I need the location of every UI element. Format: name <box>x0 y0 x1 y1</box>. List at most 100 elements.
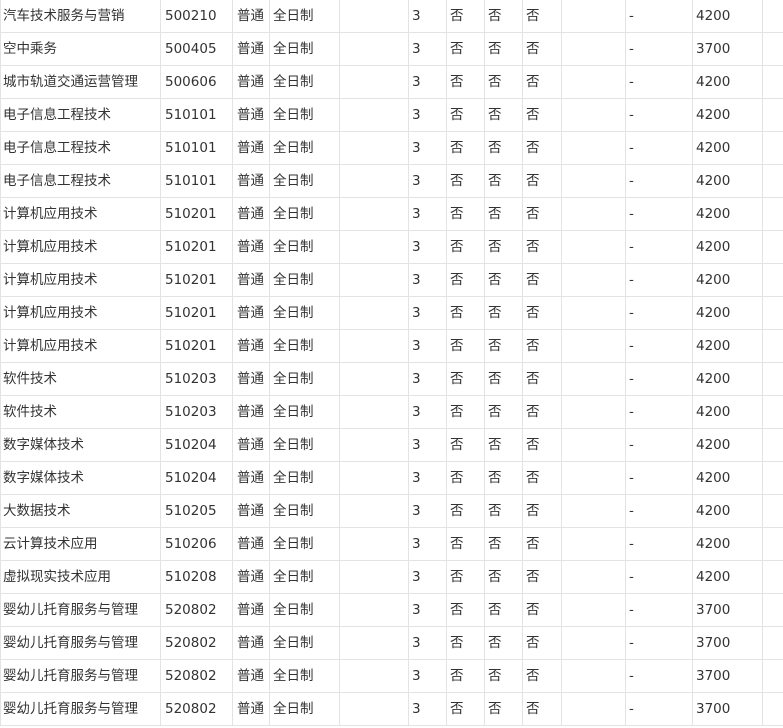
major-name-cell: 计算机应用技术 <box>0 263 161 297</box>
study-mode-cell: 全日制 <box>269 428 340 462</box>
flag-cell-3: 否 <box>522 494 562 528</box>
blank-cell <box>339 296 409 330</box>
table-row: 软件技术 510203 普通 全日制 3 否否否 -4200 <box>0 395 783 429</box>
education-type-cell: 普通 <box>232 362 270 396</box>
study-mode-cell: 全日制 <box>269 230 340 264</box>
blank-cell <box>561 362 626 396</box>
table-row: 婴幼儿托育服务与管理 520802 普通 全日制 3 否否否 -3700 <box>0 626 783 660</box>
flag-cell-1: 否 <box>446 659 485 693</box>
education-type-cell: 普通 <box>232 527 270 561</box>
blank-cell <box>762 659 783 693</box>
flag-cell-3: 否 <box>522 461 562 495</box>
flag-cell-3: 否 <box>522 32 562 66</box>
blank-cell <box>762 164 783 198</box>
duration-cell: 3 <box>408 230 447 264</box>
duration-cell: 3 <box>408 461 447 495</box>
blank-cell <box>339 263 409 297</box>
table-row: 电子信息工程技术 510101 普通 全日制 3 否否否 -4200 <box>0 131 783 165</box>
table-row: 软件技术 510203 普通 全日制 3 否否否 -4200 <box>0 362 783 396</box>
blank-cell <box>762 494 783 528</box>
flag-cell-1: 否 <box>446 461 485 495</box>
table-row: 汽车技术服务与营销 500210 普通 全日制 3 否否否 -4200 <box>0 0 783 33</box>
education-type-cell: 普通 <box>232 428 270 462</box>
study-mode-cell: 全日制 <box>269 527 340 561</box>
blank-cell <box>762 0 783 33</box>
flag-cell-3: 否 <box>522 131 562 165</box>
table-row: 计算机应用技术 510201 普通 全日制 3 否否否 -4200 <box>0 296 783 330</box>
major-name-cell: 计算机应用技术 <box>0 296 161 330</box>
flag-cell-1: 否 <box>446 263 485 297</box>
blank-cell <box>762 626 783 660</box>
blank-cell <box>339 98 409 132</box>
flag-cell-1: 否 <box>446 395 485 429</box>
flag-cell-2: 否 <box>484 296 523 330</box>
table-row: 婴幼儿托育服务与管理 520802 普通 全日制 3 否否否 -3700 <box>0 692 783 726</box>
tuition-cell: 4200 <box>692 263 763 297</box>
tuition-cell: 4200 <box>692 65 763 99</box>
dash-cell: - <box>625 659 693 693</box>
table-row: 空中乘务 500405 普通 全日制 3 否否否 -3700 <box>0 32 783 66</box>
major-name-cell: 软件技术 <box>0 395 161 429</box>
duration-cell: 3 <box>408 329 447 363</box>
flag-cell-1: 否 <box>446 329 485 363</box>
education-type-cell: 普通 <box>232 32 270 66</box>
blank-cell <box>339 461 409 495</box>
education-type-cell: 普通 <box>232 0 270 33</box>
dash-cell: - <box>625 164 693 198</box>
dash-cell: - <box>625 131 693 165</box>
duration-cell: 3 <box>408 98 447 132</box>
blank-cell <box>339 131 409 165</box>
study-mode-cell: 全日制 <box>269 461 340 495</box>
study-mode-cell: 全日制 <box>269 494 340 528</box>
flag-cell-2: 否 <box>484 461 523 495</box>
blank-cell <box>339 362 409 396</box>
major-code-cell: 500606 <box>160 65 233 99</box>
dash-cell: - <box>625 0 693 33</box>
duration-cell: 3 <box>408 263 447 297</box>
duration-cell: 3 <box>408 0 447 33</box>
dash-cell: - <box>625 362 693 396</box>
flag-cell-3: 否 <box>522 164 562 198</box>
blank-cell <box>762 131 783 165</box>
flag-cell-1: 否 <box>446 131 485 165</box>
study-mode-cell: 全日制 <box>269 164 340 198</box>
study-mode-cell: 全日制 <box>269 296 340 330</box>
duration-cell: 3 <box>408 197 447 231</box>
table-body: 汽车技术服务与营销 500210 普通 全日制 3 否否否 -4200 空中乘务 500405 普… <box>0 0 783 726</box>
blank-cell <box>762 230 783 264</box>
blank-cell <box>762 362 783 396</box>
education-type-cell: 普通 <box>232 659 270 693</box>
flag-cell-1: 否 <box>446 626 485 660</box>
flag-cell-3: 否 <box>522 527 562 561</box>
tuition-cell: 4200 <box>692 560 763 594</box>
major-code-cell: 510101 <box>160 164 233 198</box>
duration-cell: 3 <box>408 626 447 660</box>
study-mode-cell: 全日制 <box>269 659 340 693</box>
major-code-cell: 520802 <box>160 593 233 627</box>
education-type-cell: 普通 <box>232 131 270 165</box>
dash-cell: - <box>625 197 693 231</box>
blank-cell <box>762 65 783 99</box>
major-code-cell: 510206 <box>160 527 233 561</box>
flag-cell-3: 否 <box>522 395 562 429</box>
blank-cell <box>339 32 409 66</box>
flag-cell-1: 否 <box>446 0 485 33</box>
education-type-cell: 普通 <box>232 626 270 660</box>
dash-cell: - <box>625 593 693 627</box>
blank-cell <box>762 593 783 627</box>
flag-cell-3: 否 <box>522 659 562 693</box>
duration-cell: 3 <box>408 296 447 330</box>
dash-cell: - <box>625 65 693 99</box>
flag-cell-1: 否 <box>446 428 485 462</box>
blank-cell <box>762 395 783 429</box>
duration-cell: 3 <box>408 65 447 99</box>
study-mode-cell: 全日制 <box>269 263 340 297</box>
blank-cell <box>561 65 626 99</box>
study-mode-cell: 全日制 <box>269 692 340 726</box>
blank-cell <box>339 428 409 462</box>
blank-cell <box>339 527 409 561</box>
blank-cell <box>762 329 783 363</box>
blank-cell <box>561 197 626 231</box>
flag-cell-3: 否 <box>522 428 562 462</box>
flag-cell-2: 否 <box>484 659 523 693</box>
